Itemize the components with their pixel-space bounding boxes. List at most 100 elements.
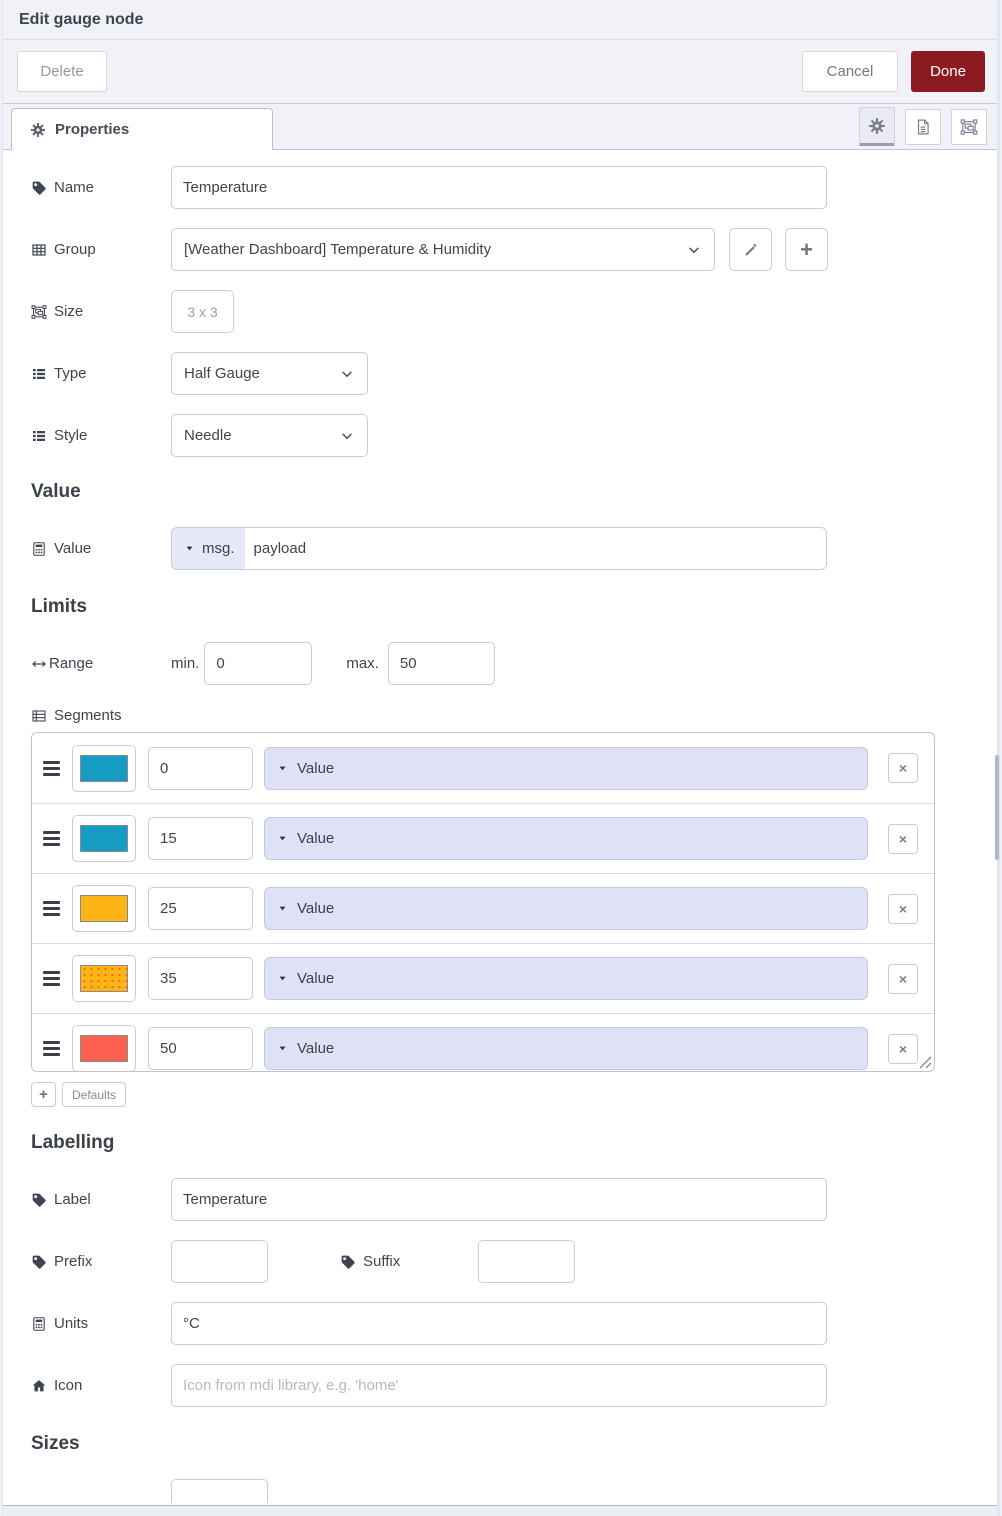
segment-actions: + Defaults	[31, 1082, 999, 1107]
type-select-value: Half Gauge	[184, 365, 260, 382]
segment-value-input[interactable]	[148, 887, 253, 930]
value-type-selector[interactable]: msg.	[172, 528, 245, 569]
range-min-input[interactable]	[204, 642, 313, 685]
caret-down-icon	[277, 763, 288, 774]
drag-handle-icon[interactable]	[43, 831, 60, 846]
cancel-button[interactable]: Cancel	[802, 51, 898, 92]
segment-color-button[interactable]	[72, 955, 136, 1002]
style-row: Style Needle	[31, 414, 999, 457]
add-segment-button[interactable]: +	[31, 1082, 56, 1107]
delete-button[interactable]: Delete	[17, 51, 107, 92]
add-group-button[interactable]: +	[785, 228, 828, 271]
segment-value-input[interactable]	[148, 1027, 253, 1070]
close-icon: ×	[898, 970, 908, 987]
segment-color-button[interactable]	[72, 885, 136, 932]
segment-row: Value ×	[32, 733, 934, 803]
range-max-input[interactable]	[387, 642, 495, 685]
caret-down-icon	[277, 973, 288, 984]
calculator-icon	[31, 541, 47, 557]
drag-handle-icon[interactable]	[43, 901, 60, 916]
segment-type-select[interactable]: Value	[264, 817, 868, 860]
plus-icon: +	[800, 236, 813, 262]
segment-row: Value ×	[32, 1013, 934, 1071]
dialog-title: Edit gauge node	[19, 10, 144, 28]
color-swatch	[80, 825, 128, 852]
style-label: Style	[31, 427, 171, 444]
tab-bar: Properties	[3, 104, 999, 150]
size-button[interactable]: 3 x 3	[171, 290, 234, 333]
segments-label: Segments	[31, 707, 999, 724]
name-row: Name	[31, 166, 999, 209]
edit-group-button[interactable]	[729, 228, 772, 271]
caret-down-icon	[277, 833, 288, 844]
close-icon: ×	[898, 830, 908, 847]
drag-handle-icon[interactable]	[43, 760, 60, 776]
prefix-label: Prefix	[31, 1253, 171, 1270]
description-view-button[interactable]	[905, 108, 941, 145]
icon-row: Icon	[31, 1364, 999, 1407]
tab-toolbar	[859, 107, 987, 146]
chevron-down-icon	[339, 428, 355, 444]
group-select[interactable]: [Weather Dashboard] Temperature & Humidi…	[171, 228, 715, 271]
prefix-input[interactable]	[171, 1240, 268, 1283]
arrows-h-icon	[31, 656, 47, 672]
tag-icon	[340, 1254, 356, 1270]
close-icon: ×	[898, 760, 908, 776]
segment-type-select[interactable]: Value	[264, 887, 868, 930]
remove-segment-button[interactable]: ×	[888, 893, 918, 924]
name-input[interactable]	[171, 166, 827, 209]
defaults-button[interactable]: Defaults	[62, 1082, 127, 1107]
segment-row: Value ×	[32, 803, 934, 873]
resize-handle-icon[interactable]	[919, 1056, 932, 1069]
min-label: min.	[171, 655, 200, 672]
tag-icon	[31, 1192, 47, 1208]
color-swatch	[80, 965, 128, 992]
scrollbar-thumb[interactable]	[995, 755, 999, 860]
tab-properties[interactable]: Properties	[11, 108, 273, 150]
caret-down-icon	[277, 1043, 288, 1054]
label-input[interactable]	[171, 1178, 827, 1221]
suffix-input[interactable]	[478, 1240, 575, 1283]
segment-color-button[interactable]	[72, 744, 136, 792]
remove-segment-button[interactable]: ×	[888, 753, 918, 783]
suffix-label: Suffix	[340, 1253, 478, 1270]
th-list-icon	[31, 708, 47, 724]
remove-segment-button[interactable]: ×	[888, 963, 918, 994]
color-swatch	[80, 754, 128, 782]
segment-type-select[interactable]: Value	[264, 746, 868, 790]
sizes-partial-input[interactable]	[171, 1479, 268, 1503]
properties-form: Name Group [Weather Dashboard] Temperatu…	[3, 150, 999, 1503]
properties-view-button[interactable]	[859, 107, 895, 146]
segment-color-button[interactable]	[72, 1025, 136, 1071]
value-label: Value	[31, 540, 171, 557]
group-label: Group	[31, 241, 171, 258]
appearance-view-button[interactable]	[951, 108, 987, 145]
color-swatch	[80, 895, 128, 922]
remove-segment-button[interactable]: ×	[888, 823, 918, 854]
drag-handle-icon[interactable]	[43, 1041, 60, 1056]
remove-segment-button[interactable]: ×	[888, 1033, 918, 1064]
segment-value-input[interactable]	[148, 746, 253, 790]
icon-input[interactable]	[171, 1364, 827, 1407]
segment-type-select[interactable]: Value	[264, 957, 868, 1000]
labelling-section-heading: Labelling	[31, 1132, 115, 1153]
icon-label: Icon	[31, 1377, 171, 1394]
segment-type-select[interactable]: Value	[264, 1027, 868, 1070]
pencil-icon	[743, 242, 759, 258]
type-select[interactable]: Half Gauge	[171, 352, 368, 395]
drag-handle-icon[interactable]	[43, 971, 60, 986]
home-icon	[31, 1378, 47, 1394]
segment-value-input[interactable]	[148, 817, 253, 860]
prefix-suffix-row: Prefix Suffix	[31, 1240, 999, 1283]
value-property-input[interactable]: payload	[245, 528, 307, 569]
units-input[interactable]	[171, 1302, 827, 1345]
style-select[interactable]: Needle	[171, 414, 368, 457]
segment-value-input[interactable]	[148, 957, 253, 1000]
done-button[interactable]: Done	[911, 51, 985, 92]
range-row: Range min. max.	[31, 642, 999, 685]
tab-properties-label: Properties	[55, 121, 130, 138]
segment-color-button[interactable]	[72, 815, 136, 862]
range-label: Range	[31, 655, 171, 672]
name-label: Name	[31, 179, 171, 196]
type-label: Type	[31, 365, 171, 382]
